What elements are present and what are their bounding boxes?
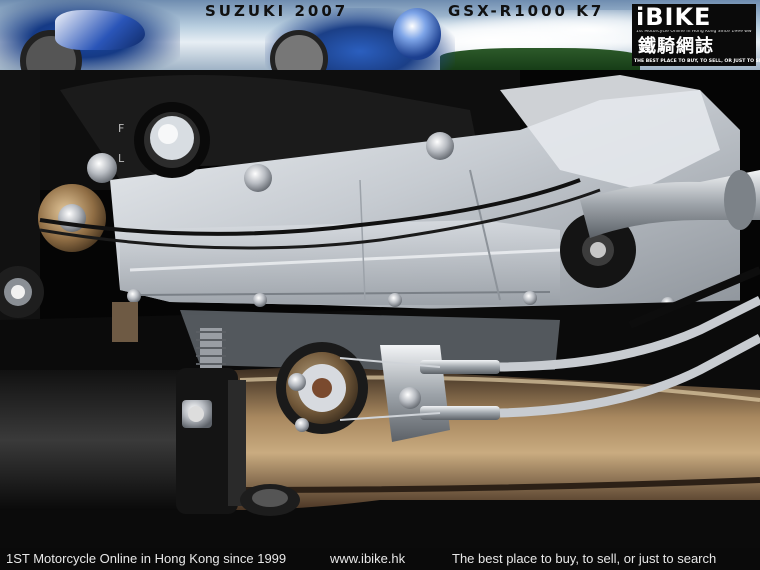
banner-fairing [55, 10, 145, 50]
logo-chinese-name: 鐵騎網誌 [638, 36, 714, 57]
engine-photo: F L [0, 70, 760, 548]
engine-illustration: F L [0, 70, 760, 548]
svg-text:F: F [118, 122, 124, 135]
logo-tagline: THE BEST PLACE TO BUY, TO SELL, OR JUST … [634, 59, 760, 64]
banner-wheel [270, 30, 328, 70]
banner-title-left: SUZUKI 2007 [205, 2, 349, 20]
rider-helmet [393, 8, 441, 60]
banner-motorcycle-left [0, 0, 180, 70]
footer-slogan: 1ST Motorcycle Online in Hong Kong since… [6, 551, 287, 566]
banner-trees [440, 48, 640, 70]
footer-url[interactable]: www.ibike.hk [330, 548, 405, 570]
ibike-logo: iBIKE 1st Motorcycle Online in Hong Kong… [632, 3, 760, 66]
svg-text:L: L [118, 152, 125, 165]
footer-bar: 1ST Motorcycle Online in Hong Kong since… [0, 548, 760, 570]
logo-brand: iBIKE [636, 3, 712, 31]
footer-tagline: The best place to buy, to sell, or just … [452, 551, 717, 566]
top-banner: SUZUKI 2007 GSX-R1000 K7 iBIKE 1st Motor… [0, 0, 760, 70]
banner-title-right: GSX-R1000 K7 [448, 2, 605, 20]
